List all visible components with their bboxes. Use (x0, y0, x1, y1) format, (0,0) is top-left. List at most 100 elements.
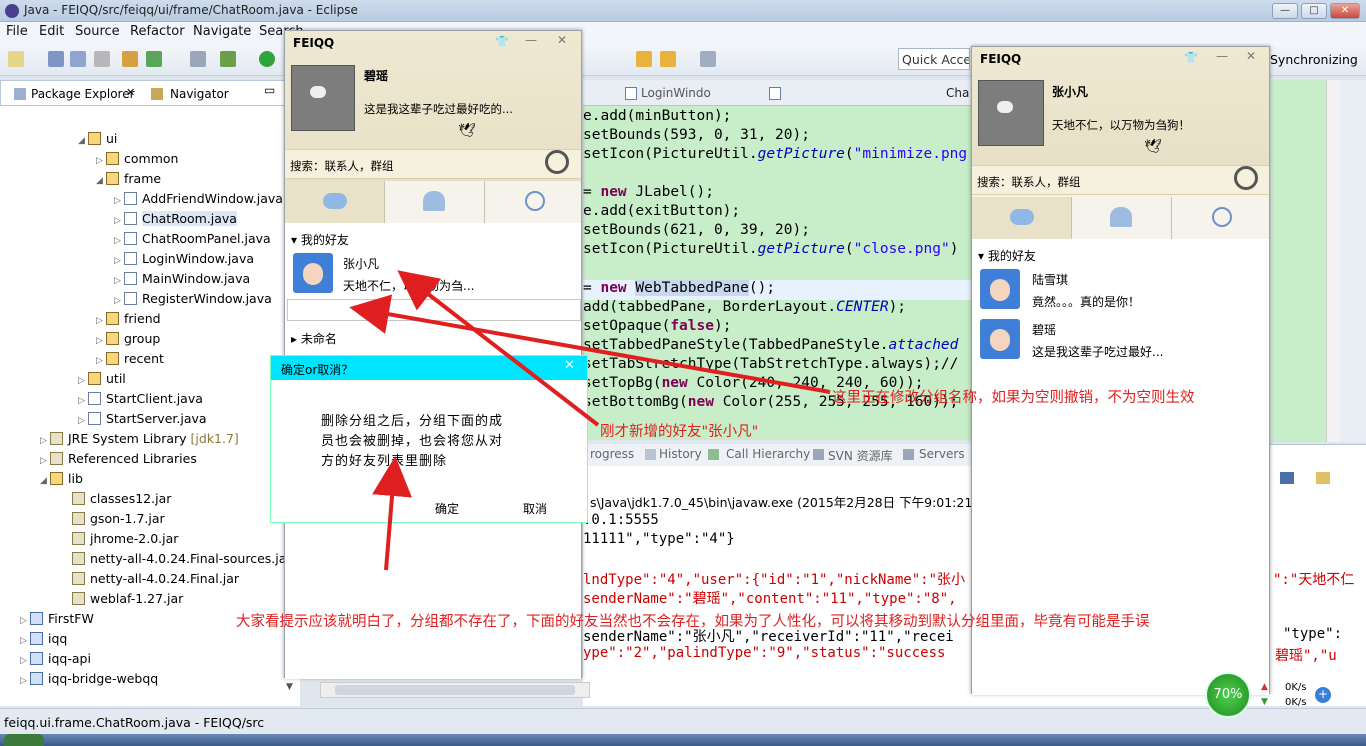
search-icon[interactable] (1234, 166, 1258, 190)
tree-item-classes12[interactable]: classes12.jar (62, 491, 171, 506)
next-icon[interactable] (700, 51, 716, 67)
group-header-expanded[interactable]: ▾ 我的好友 (291, 231, 349, 248)
save-icon[interactable] (48, 51, 64, 67)
tab-recent[interactable] (485, 181, 583, 223)
editor-scrollbar[interactable] (1326, 80, 1340, 442)
group-header-collapsed[interactable]: ▸ 未命名 (291, 330, 337, 347)
friend-avatar[interactable] (980, 269, 1020, 309)
tree-item-ui[interactable]: ◢ ui (78, 131, 117, 146)
search-bar[interactable]: 搜索：联系人，群组 (285, 149, 581, 179)
new-console-icon[interactable] (1316, 472, 1330, 484)
tree-scroll-down[interactable]: ▼ (286, 682, 300, 696)
start-button[interactable] (4, 734, 44, 746)
tab-groups[interactable] (1072, 197, 1172, 239)
close-icon[interactable]: ✕ (1246, 49, 1256, 63)
close-icon[interactable]: ✕ (557, 33, 567, 47)
tree-item-mainwindow[interactable]: ▷ MainWindow.java (114, 271, 250, 286)
tree-item-netty-sources[interactable]: netty-all-4.0.24.Final-sources.jar (62, 551, 292, 566)
tree-item-gson[interactable]: gson-1.7.jar (62, 511, 165, 526)
skin-icon[interactable]: 👕 (1184, 51, 1198, 64)
tree-item-frame[interactable]: ◢ frame (96, 171, 161, 186)
tab-history[interactable]: History (659, 447, 702, 461)
console-h-scrollbar[interactable] (320, 682, 590, 698)
save-all-icon[interactable] (70, 51, 86, 67)
tree-item-registerwindow[interactable]: ▷ RegisterWindow.java (114, 291, 272, 306)
build-icon[interactable] (122, 51, 138, 67)
ok-button[interactable]: 确定 (435, 500, 459, 517)
tab-servers[interactable]: Servers (919, 447, 965, 461)
menu-navigate[interactable]: Navigate (193, 24, 251, 39)
close-window-button[interactable]: ✕ (1330, 3, 1360, 19)
tree-item-iqq-bridge-webqq[interactable]: ▷ iqq-bridge-webqq (20, 671, 158, 686)
tab-contacts[interactable] (285, 181, 385, 223)
search-bar[interactable]: 搜索：联系人，群组 (972, 165, 1269, 195)
group-rename-input[interactable] (287, 299, 581, 321)
tab-svn[interactable]: SVN 资源库 (828, 447, 893, 464)
signature[interactable]: 天地不仁，以万物为刍狗！ (1052, 117, 1190, 133)
run-icon[interactable] (259, 51, 275, 67)
menu-edit[interactable]: Edit (39, 24, 64, 39)
tree-item-startclient[interactable]: ▷ StartClient.java (78, 391, 203, 406)
debug-icon[interactable] (220, 51, 236, 67)
friend-name[interactable]: 陆雪琪 (1032, 271, 1068, 288)
menu-file[interactable]: File (6, 24, 28, 39)
tree-item-lib[interactable]: ◢ lib (40, 471, 83, 486)
tree-item-common[interactable]: ▷ common (96, 151, 178, 166)
tab-call-hierarchy[interactable]: Call Hierarchy (726, 447, 810, 461)
friend-avatar[interactable] (293, 253, 333, 293)
friend-avatar[interactable] (980, 319, 1020, 359)
tree-item-util[interactable]: ▷ util (78, 371, 126, 386)
minimize-window-button[interactable]: — (1272, 3, 1298, 19)
close-icon[interactable]: ✕ (126, 86, 135, 99)
tab-loginwindow[interactable]: LoginWindo (641, 86, 711, 100)
avatar[interactable] (978, 80, 1044, 146)
tab-package-explorer[interactable]: Package Explorer (31, 87, 135, 101)
tree-item-chatroompanel[interactable]: ▷ ChatRoomPanel.java (114, 231, 271, 246)
tree-item-netty[interactable]: netty-all-4.0.24.Final.jar (62, 571, 239, 586)
minimize-icon[interactable]: — (1216, 49, 1228, 63)
avatar[interactable] (291, 65, 355, 131)
group-header-expanded[interactable]: ▾ 我的好友 (978, 247, 1036, 264)
friend-name[interactable]: 张小凡 (343, 255, 379, 272)
tab-progress[interactable]: rogress (590, 447, 634, 461)
tree-item-firstfw[interactable]: ▷ FirstFW (20, 611, 94, 626)
maximize-window-button[interactable]: □ (1301, 3, 1327, 19)
tree-item-recent[interactable]: ▷ recent (96, 351, 164, 366)
minimize-view-icon[interactable]: ▭ (264, 83, 275, 97)
tree-item-weblaf[interactable]: weblaf-1.27.jar (62, 591, 183, 606)
minimize-icon[interactable]: — (525, 33, 537, 47)
signature[interactable]: 这是我这辈子吃过最好吃的... (364, 101, 513, 117)
tab-chatroom[interactable]: Cha (946, 86, 969, 100)
tree-item-jhrome[interactable]: jhrome-2.0.jar (62, 531, 178, 546)
friend-name[interactable]: 碧瑶 (1032, 321, 1056, 338)
search-icon[interactable] (545, 150, 569, 174)
skin-icon[interactable]: 👕 (495, 35, 509, 48)
tab-recent[interactable] (1172, 197, 1271, 239)
tree-item-chatroom[interactable]: ▷ ChatRoom.java (114, 211, 237, 226)
menu-refactor[interactable]: Refactor (130, 24, 185, 39)
tree-item-iqq[interactable]: ▷ iqq (20, 631, 67, 646)
tree-item-referenced-libraries[interactable]: ▷ Referenced Libraries (40, 451, 197, 466)
tab-contacts[interactable] (972, 197, 1072, 239)
tree-item-addfriendwindow[interactable]: ▷ AddFriendWindow.java (114, 191, 283, 206)
quick-access-input[interactable]: Quick Access (898, 48, 970, 70)
refresh-icon[interactable] (146, 51, 162, 67)
close-icon[interactable]: ✕ (564, 358, 575, 373)
forward-icon[interactable] (660, 51, 676, 67)
tab-groups[interactable] (385, 181, 485, 223)
network-monitor-widget[interactable]: 70% ▲ 0K/s ▼ 0K/s + (1205, 672, 1335, 718)
skip-breakpoints-icon[interactable] (190, 51, 206, 67)
menu-source[interactable]: Source (75, 24, 120, 39)
tree-item-iqq-api[interactable]: ▷ iqq-api (20, 651, 91, 666)
print-icon[interactable] (94, 51, 110, 67)
new-icon[interactable] (8, 51, 24, 67)
tree-item-friend[interactable]: ▷ friend (96, 311, 161, 326)
tree-item-loginwindow[interactable]: ▷ LoginWindow.java (114, 251, 254, 266)
tree-item-startserver[interactable]: ▷ StartServer.java (78, 411, 207, 426)
back-icon[interactable] (636, 51, 652, 67)
cancel-button[interactable]: 取消 (523, 500, 547, 517)
synchronizing-perspective[interactable]: Synchronizing (1270, 52, 1358, 67)
tree-item-group[interactable]: ▷ group (96, 331, 160, 346)
tab-navigator[interactable]: Navigator (170, 87, 229, 101)
tree-item-jre-library[interactable]: ▷ JRE System Library [jdk1.7] (40, 431, 239, 446)
